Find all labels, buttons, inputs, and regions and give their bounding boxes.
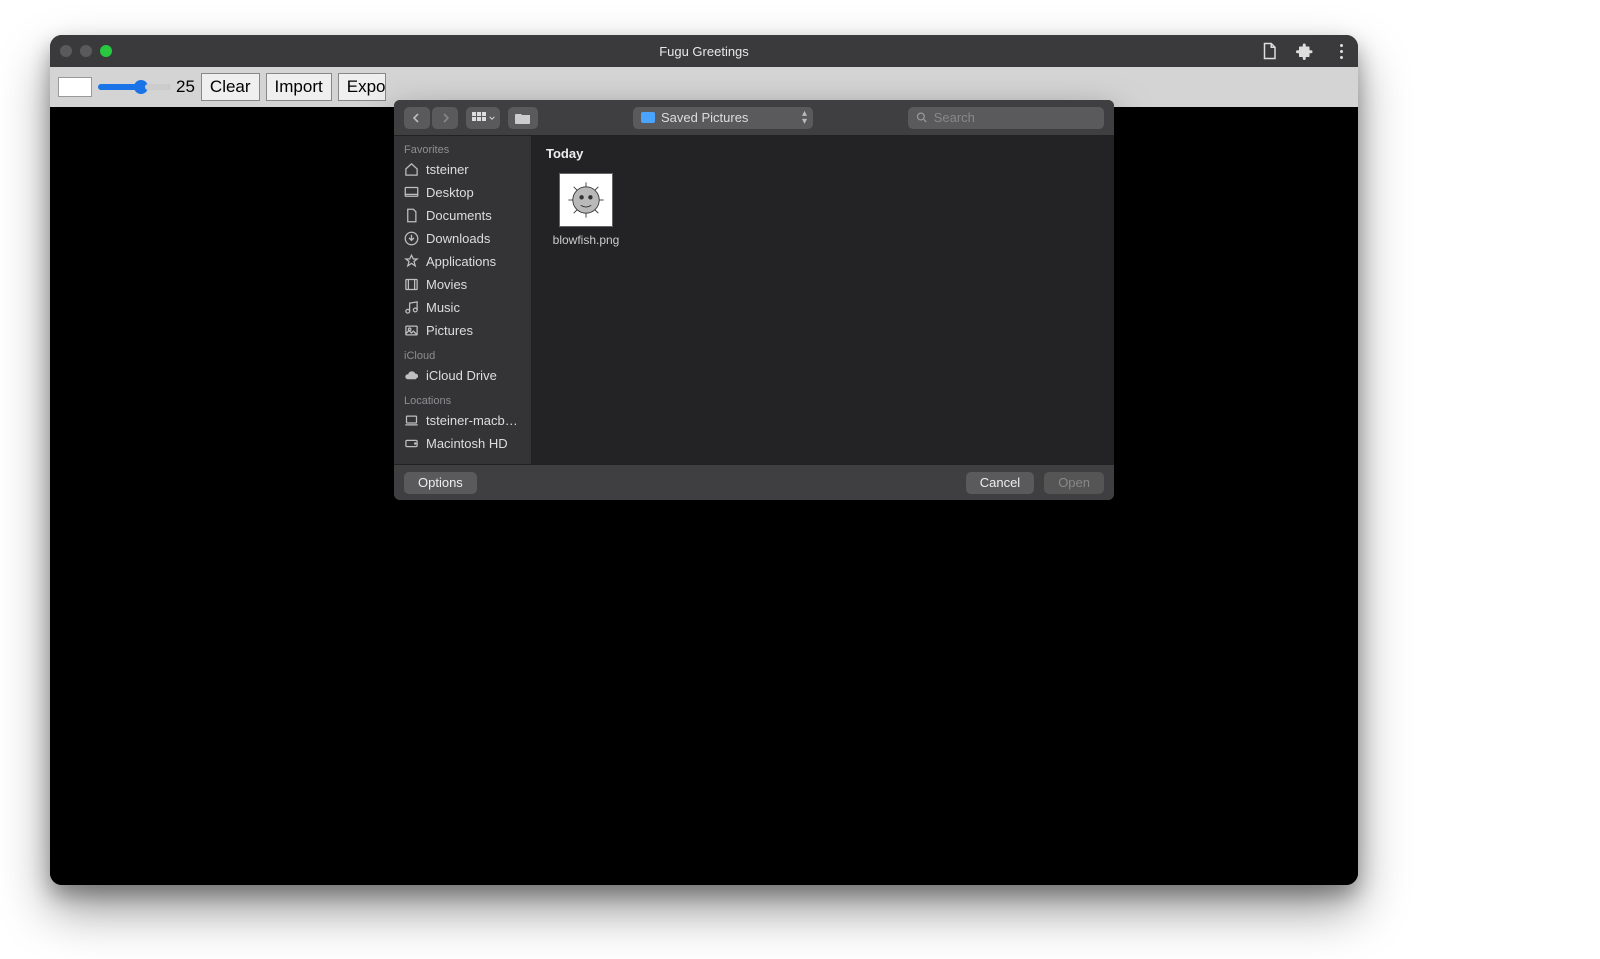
group-button[interactable] [508,107,538,129]
movies-icon [404,277,419,292]
file-name: blowfish.png [546,233,626,247]
location-label: Saved Pictures [661,110,748,125]
sidebar-item-applications[interactable]: Applications [394,250,531,273]
music-icon [404,300,419,315]
window-title: Fugu Greetings [50,44,1358,59]
menu-icon[interactable] [1332,42,1350,60]
color-picker[interactable] [58,77,92,97]
options-button[interactable]: Options [404,472,477,494]
doc-icon [404,208,419,223]
sidebar-group-favorites: Favorites [394,136,531,158]
desktop-icon [404,185,419,200]
export-button[interactable]: Export [338,73,386,101]
nav-back-button[interactable] [404,107,430,129]
sidebar-item-computer[interactable]: tsteiner-macb… [394,409,531,432]
disk-icon [404,436,419,451]
chevron-updown-icon: ▴▾ [802,110,807,126]
app-window: Fugu Greetings 25 Clear Import Export [50,35,1358,885]
file-browser-content: Today [532,136,1114,464]
apps-icon [404,254,419,269]
sidebar-item-icloud-drive[interactable]: iCloud Drive [394,364,531,387]
minimize-window-button[interactable] [80,45,92,57]
sidebar-group-icloud: iCloud [394,342,531,364]
download-icon [404,231,419,246]
dialog-footer: Options Cancel Open [394,464,1114,500]
clear-button[interactable]: Clear [201,73,260,101]
window-controls [60,45,112,57]
home-icon [404,162,419,177]
nav-forward-button[interactable] [432,107,458,129]
search-icon [916,111,928,124]
cancel-button[interactable]: Cancel [966,472,1034,494]
folder-icon [641,112,655,123]
brush-size-slider[interactable] [98,84,170,90]
import-button[interactable]: Import [266,73,332,101]
view-mode-button[interactable] [466,107,500,129]
sidebar-item-movies[interactable]: Movies [394,273,531,296]
open-button[interactable]: Open [1044,472,1104,494]
file-item[interactable]: blowfish.png [546,173,626,247]
brush-size-value: 25 [176,77,195,97]
titlebar: Fugu Greetings [50,35,1358,67]
laptop-icon [404,413,419,428]
file-open-dialog: Saved Pictures ▴▾ Favorites tsteiner Des… [394,100,1114,500]
dialog-sidebar: Favorites tsteiner Desktop Documents Dow… [394,136,532,464]
document-icon[interactable] [1260,42,1278,60]
search-field[interactable] [908,107,1104,129]
sidebar-item-pictures[interactable]: Pictures [394,319,531,342]
pictures-icon [404,323,419,338]
sidebar-item-home[interactable]: tsteiner [394,158,531,181]
location-dropdown[interactable]: Saved Pictures ▴▾ [633,107,813,129]
sidebar-item-music[interactable]: Music [394,296,531,319]
sidebar-item-desktop[interactable]: Desktop [394,181,531,204]
extensions-icon[interactable] [1296,42,1314,60]
sidebar-item-documents[interactable]: Documents [394,204,531,227]
dialog-toolbar: Saved Pictures ▴▾ [394,100,1114,136]
file-thumbnail [559,173,613,227]
sidebar-item-downloads[interactable]: Downloads [394,227,531,250]
search-input[interactable] [934,110,1096,125]
section-header-today: Today [532,136,1114,167]
sidebar-group-locations: Locations [394,387,531,409]
cloud-icon [404,368,419,383]
maximize-window-button[interactable] [100,45,112,57]
close-window-button[interactable] [60,45,72,57]
sidebar-item-disk[interactable]: Macintosh HD [394,432,531,455]
